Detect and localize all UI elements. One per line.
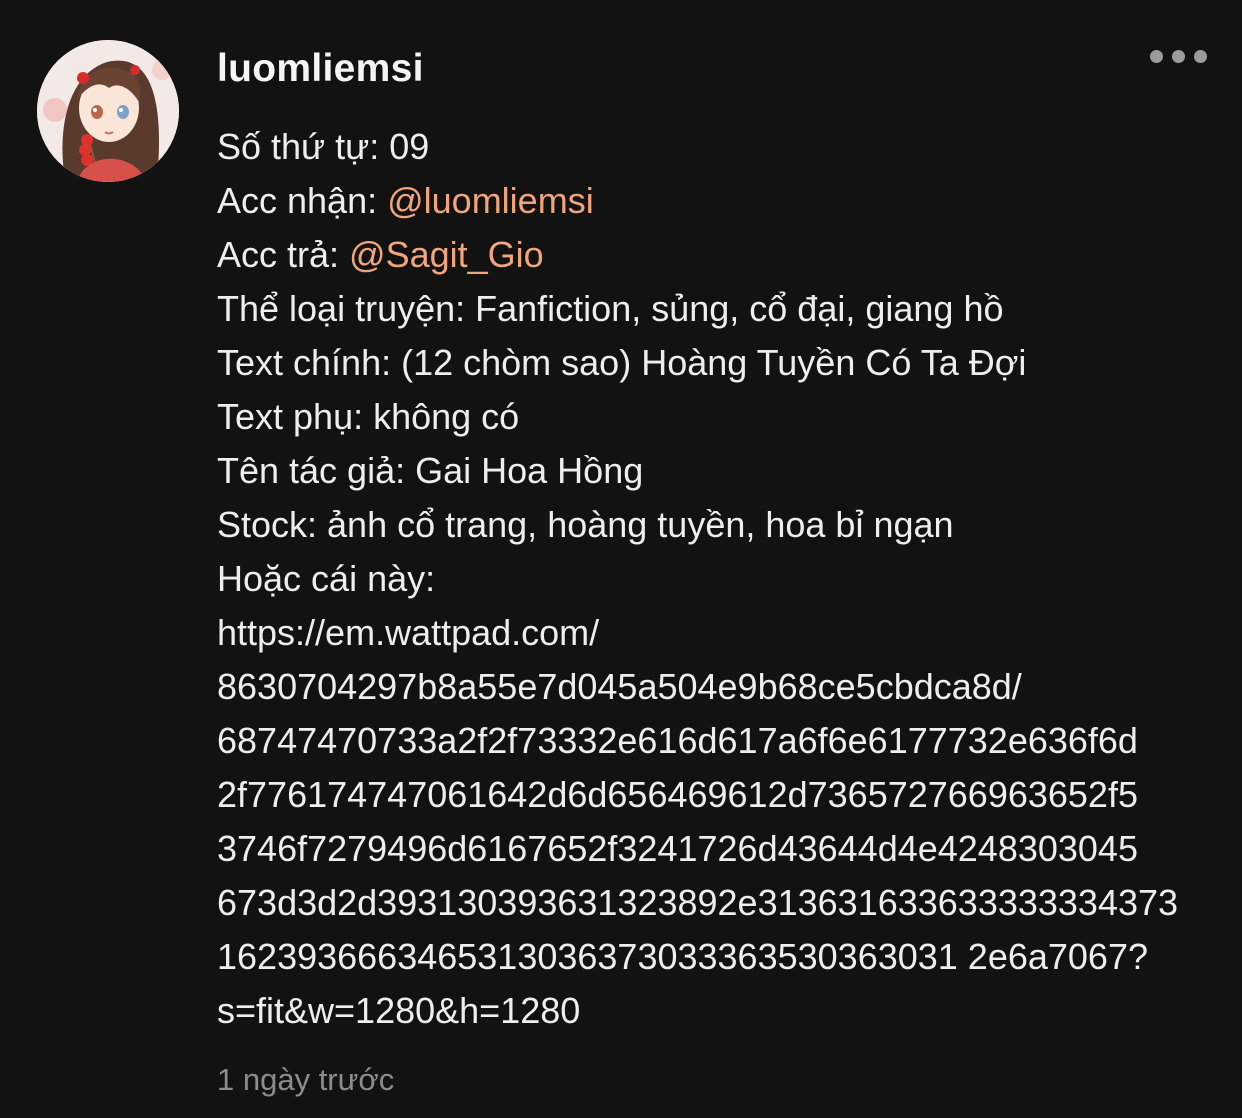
url-line: 3746f7279496d6167652f3241726d43644d4e424… [217, 828, 1138, 869]
comment-line-order: Số thứ tự: 09 [217, 120, 1217, 174]
comment-line-text: Thể loại truyện: Fanfiction, sủng, cổ đạ… [217, 288, 1004, 329]
url-line: 68747470733a2f2f73332e616d617a6f6e617773… [217, 720, 1138, 761]
more-horizontal-icon [1193, 49, 1207, 63]
more-options-button[interactable] [1142, 40, 1214, 72]
comment-line-text: Số thứ tự: 09 [217, 126, 430, 167]
avatar-illustration-icon [37, 40, 179, 182]
comment-line-text: Stock: ảnh cổ trang, hoàng tuyền, hoa bỉ… [217, 504, 954, 545]
comment-body: Số thứ tự: 09 Acc nhận: @luomliemsi Acc … [217, 120, 1217, 1038]
comment-line-text: Text chính: (12 chòm sao) Hoàng Tuyền Có… [217, 342, 1027, 383]
comment-username[interactable]: luomliemsi [217, 44, 424, 94]
more-horizontal-icon [1171, 49, 1185, 63]
url-line: 673d3d2d393130393631323892e3136316336333… [217, 882, 1179, 923]
comment-line-main-text: Text chính: (12 chòm sao) Hoàng Tuyền Có… [217, 336, 1217, 390]
comment-line-stock: Stock: ảnh cổ trang, hoàng tuyền, hoa bỉ… [217, 498, 1217, 552]
comment-line-alternative: Hoặc cái này: [217, 552, 1217, 606]
mention-link-payer[interactable]: @Sagit_Gio [349, 234, 544, 275]
url-line: 8630704297b8a55e7d045a504e9b68ce5cbdca8d… [217, 666, 1022, 707]
comment-line-text: Text phụ: không có [217, 396, 520, 437]
comment-card: luomliemsi Số thứ tự: 09 Acc nhận: @luom… [0, 0, 1242, 1118]
comment-line-text: Acc trả: [217, 234, 350, 275]
user-avatar[interactable] [37, 40, 179, 182]
url-line: 2f776174747061642d6d656469612d7365727669… [217, 774, 1138, 815]
more-horizontal-icon [1149, 49, 1163, 63]
comment-line-text: Acc nhận: [217, 180, 388, 221]
comment-line-author: Tên tác giả: Gai Hoa Hồng [217, 444, 1217, 498]
comment-line-sub-text: Text phụ: không có [217, 390, 1217, 444]
url-line: https://em.wattpad.com/ [217, 612, 600, 653]
comment-line-genre: Thể loại truyện: Fanfiction, sủng, cổ đạ… [217, 282, 1217, 336]
comment-line-receiver: Acc nhận: @luomliemsi [217, 174, 1217, 228]
url-line: 1623936663465313036373033363530363031 2e… [217, 936, 1148, 977]
comment-line-text: Tên tác giả: Gai Hoa Hồng [217, 450, 644, 491]
mention-link-receiver[interactable]: @luomliemsi [387, 180, 594, 221]
comment-line-text: Hoặc cái này: [217, 558, 436, 599]
comment-line-payer: Acc trả: @Sagit_Gio [217, 228, 1217, 282]
url-line: s=fit&w=1280&h=1280 [217, 990, 581, 1031]
comment-timestamp: 1 ngày trước [217, 1062, 395, 1097]
